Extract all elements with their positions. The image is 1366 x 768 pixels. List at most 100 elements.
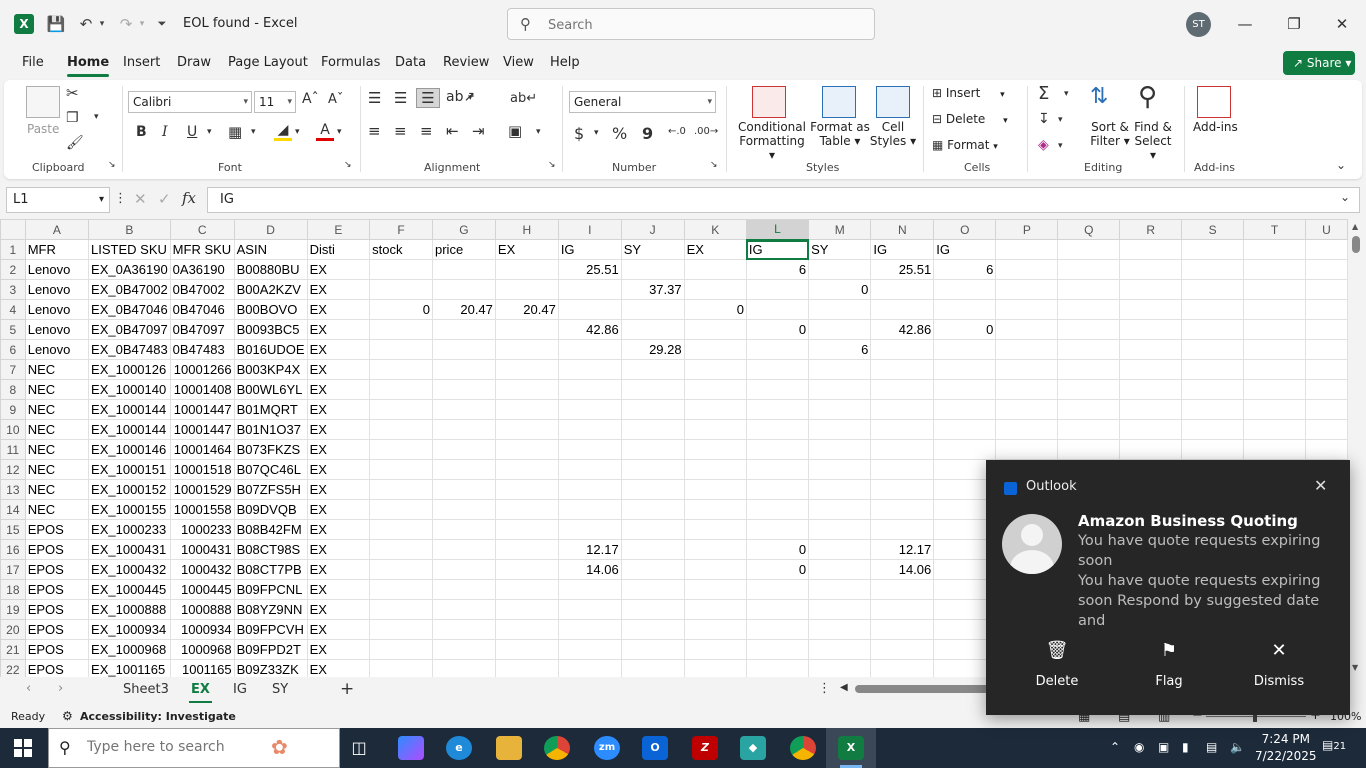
- cell[interactable]: LISTED SKU: [88, 239, 171, 260]
- tab-home[interactable]: Home: [67, 55, 110, 77]
- cell[interactable]: [808, 479, 872, 500]
- cell-styles-icon[interactable]: [876, 86, 910, 118]
- name-box[interactable]: L1 ▾: [6, 187, 110, 213]
- cell[interactable]: [620, 599, 685, 620]
- cell[interactable]: [1181, 299, 1245, 320]
- cell[interactable]: [1243, 379, 1307, 400]
- cell[interactable]: NEC: [24, 499, 90, 520]
- font-color-dropdown-icon[interactable]: ▾: [337, 127, 342, 137]
- decrease-decimal-icon[interactable]: .00→: [694, 126, 718, 137]
- cell[interactable]: [745, 439, 810, 460]
- cell[interactable]: [808, 259, 872, 280]
- tab-insert[interactable]: Insert: [123, 55, 160, 70]
- cell[interactable]: [1243, 319, 1307, 340]
- display-icon[interactable]: ▣: [1158, 740, 1169, 754]
- cell[interactable]: [620, 439, 685, 460]
- cell[interactable]: [494, 459, 559, 480]
- cell[interactable]: [494, 339, 559, 360]
- collapse-ribbon-icon[interactable]: ⌄: [1336, 158, 1346, 172]
- cell[interactable]: [1057, 259, 1121, 280]
- sheet-tab-sheet3[interactable]: Sheet3: [123, 682, 169, 697]
- cell[interactable]: [494, 579, 559, 600]
- cell[interactable]: [557, 359, 622, 380]
- borders-dropdown-icon[interactable]: ▾: [251, 127, 256, 137]
- cell[interactable]: EX: [306, 519, 371, 540]
- row-header[interactable]: 17: [0, 559, 26, 580]
- cell[interactable]: 12.17: [557, 539, 622, 560]
- minimize-icon[interactable]: —: [1231, 10, 1259, 38]
- cell[interactable]: [1305, 399, 1348, 420]
- cell[interactable]: [494, 619, 559, 640]
- cell[interactable]: [1243, 279, 1307, 300]
- cell[interactable]: [369, 439, 433, 460]
- row-header[interactable]: 3: [0, 279, 26, 300]
- cell[interactable]: [745, 519, 810, 540]
- cell[interactable]: [933, 419, 997, 440]
- cell[interactable]: [620, 399, 685, 420]
- cell[interactable]: 10001447: [169, 399, 235, 420]
- cell[interactable]: [1181, 359, 1245, 380]
- sheet-tab-ig[interactable]: IG: [233, 682, 247, 697]
- toast-dismiss-button[interactable]: ✕ Dismiss: [1224, 640, 1334, 689]
- cell[interactable]: 10001464: [169, 439, 235, 460]
- cell[interactable]: [1305, 299, 1348, 320]
- cell[interactable]: [557, 619, 622, 640]
- cell[interactable]: 42.86: [870, 319, 935, 340]
- filezilla-icon[interactable]: Z: [692, 736, 718, 760]
- cell[interactable]: [369, 459, 433, 480]
- cell[interactable]: B016UDOE: [233, 339, 308, 360]
- cell[interactable]: [808, 359, 872, 380]
- cell[interactable]: [1181, 399, 1245, 420]
- cell[interactable]: [432, 339, 496, 360]
- cell[interactable]: 6: [933, 259, 997, 280]
- column-header[interactable]: N: [870, 219, 935, 240]
- cell[interactable]: IG: [557, 239, 622, 260]
- cell[interactable]: [870, 619, 935, 640]
- cancel-entry-icon[interactable]: ✕: [134, 190, 147, 208]
- cell[interactable]: [745, 599, 810, 620]
- cell[interactable]: NEC: [24, 379, 90, 400]
- cell[interactable]: [620, 259, 685, 280]
- cell[interactable]: [1181, 259, 1245, 280]
- cell[interactable]: [933, 339, 997, 360]
- cell[interactable]: 0: [808, 279, 872, 300]
- row-header[interactable]: 14: [0, 499, 26, 520]
- cell[interactable]: [683, 479, 747, 500]
- cell[interactable]: B01MQRT: [233, 399, 308, 420]
- taskbar-clock[interactable]: 7:24 PM 7/22/2025: [1255, 731, 1317, 765]
- cell[interactable]: [683, 559, 747, 580]
- find-select-icon[interactable]: ⚲: [1138, 82, 1157, 112]
- cell[interactable]: [995, 359, 1059, 380]
- cell[interactable]: [494, 519, 559, 540]
- cell[interactable]: [1181, 339, 1245, 360]
- sort-filter-button[interactable]: Sort & Filter ▾: [1088, 120, 1132, 148]
- column-header[interactable]: C: [169, 219, 235, 240]
- expand-formula-bar-icon[interactable]: ⌄: [1340, 190, 1350, 204]
- cell[interactable]: [683, 279, 747, 300]
- cell[interactable]: B07QC46L: [233, 459, 308, 480]
- cell[interactable]: EPOS: [24, 659, 90, 677]
- cell[interactable]: Lenovo: [24, 299, 90, 320]
- cell[interactable]: [369, 339, 433, 360]
- cell[interactable]: [745, 399, 810, 420]
- outlook-icon[interactable]: O: [642, 736, 668, 760]
- cell[interactable]: [683, 579, 747, 600]
- cell[interactable]: [1057, 299, 1121, 320]
- number-launcher-icon[interactable]: ↘: [710, 160, 718, 170]
- row-header[interactable]: 10: [0, 419, 26, 440]
- increase-font-icon[interactable]: Aˆ: [302, 91, 319, 107]
- cell[interactable]: [1243, 359, 1307, 380]
- tab-file[interactable]: File: [22, 55, 44, 70]
- cell[interactable]: Lenovo: [24, 259, 90, 280]
- cell[interactable]: [557, 299, 622, 320]
- save-icon[interactable]: 💾: [44, 12, 68, 36]
- cell[interactable]: [432, 639, 496, 660]
- top-align-icon[interactable]: ☰: [368, 89, 381, 107]
- scroll-left-icon[interactable]: ◀: [840, 682, 848, 693]
- cell[interactable]: 25.51: [870, 259, 935, 280]
- cell[interactable]: [1305, 319, 1348, 340]
- cell[interactable]: EX_1000151: [88, 459, 171, 480]
- cell[interactable]: [683, 379, 747, 400]
- redo-dropdown-icon[interactable]: ▾: [136, 12, 148, 36]
- clear-icon[interactable]: ◈: [1038, 137, 1049, 153]
